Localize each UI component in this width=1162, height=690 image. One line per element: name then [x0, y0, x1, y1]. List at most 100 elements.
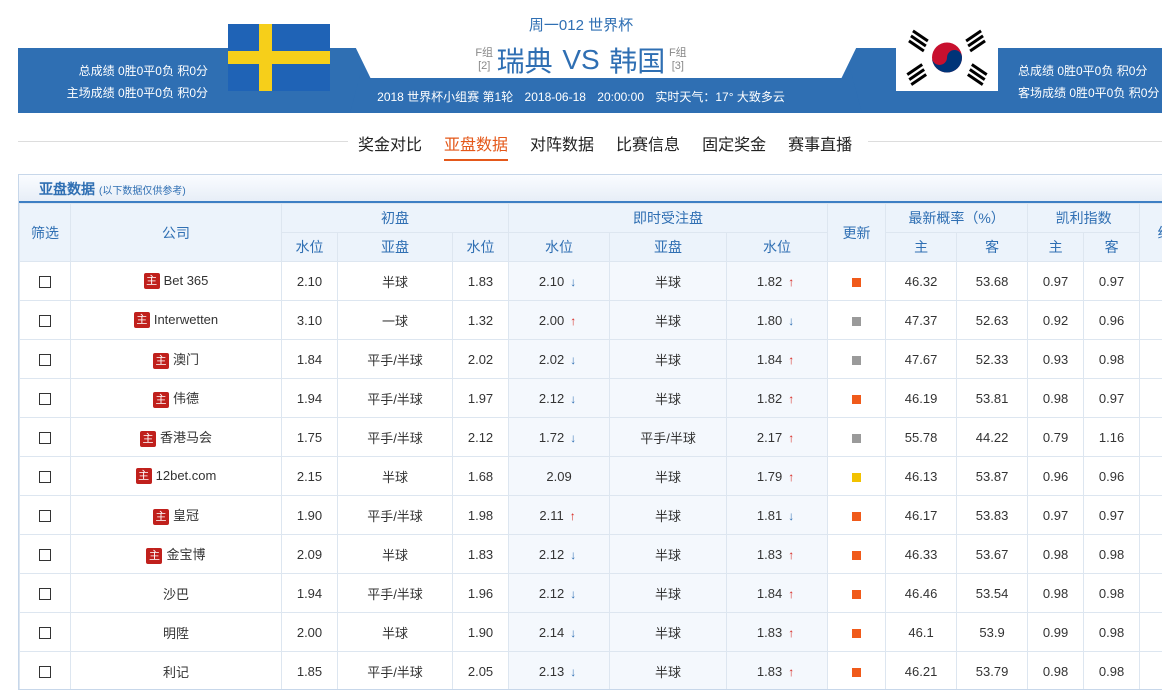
- filter-checkbox[interactable]: [39, 549, 51, 562]
- arrow-down-icon: ↓: [570, 547, 577, 562]
- nav-tab[interactable]: 比赛信息: [616, 131, 680, 159]
- company-cell[interactable]: 沙巴: [70, 573, 282, 613]
- update-status-icon[interactable]: [852, 472, 862, 482]
- company-name[interactable]: Bet 365: [164, 273, 209, 288]
- match-date: 2018-06-18: [524, 90, 586, 104]
- away-stats-venue: 客场成绩 0胜0平0负 积0分: [1018, 86, 1160, 100]
- nav-items: 奖金对比 亚盘数据 对阵数据 比赛信息 固定奖金 赛事直播: [358, 131, 874, 161]
- handicap-table: 筛选 公司 初盘 即时受注盘 更新 最新概率（%） 凯利指数 统 水位 亚盘 水…: [19, 203, 1162, 689]
- update-status-icon[interactable]: [852, 394, 862, 404]
- live-handicap: 半球: [609, 534, 728, 574]
- sub-live-water1: 水位: [508, 232, 611, 262]
- sub-prob-home: 主: [885, 232, 958, 262]
- company-name[interactable]: 澳门: [173, 352, 199, 367]
- live-handicap: 平手/半球: [609, 417, 728, 457]
- update-cell[interactable]: [827, 456, 887, 496]
- filter-checkbox[interactable]: [39, 510, 51, 523]
- update-cell[interactable]: [827, 612, 887, 652]
- update-cell[interactable]: [827, 378, 887, 418]
- update-cell[interactable]: [827, 261, 887, 301]
- kelly-away: 0.97: [1083, 261, 1141, 301]
- filter-checkbox[interactable]: [39, 276, 51, 289]
- extra-cell: [1139, 300, 1162, 340]
- filter-checkbox[interactable]: [39, 315, 51, 328]
- col-kelly: 凯利指数: [1027, 203, 1141, 233]
- update-status-icon[interactable]: [852, 628, 862, 638]
- kelly-away: 0.97: [1083, 378, 1141, 418]
- company-cell[interactable]: 主 Bet 365: [70, 261, 282, 301]
- section-header: 亚盘数据 (以下数据仅供参考): [19, 175, 1162, 203]
- nav-tab[interactable]: 奖金对比: [358, 131, 422, 159]
- korea-flag-icon[interactable]: [896, 24, 998, 91]
- filter-checkbox[interactable]: [39, 588, 51, 601]
- kelly-away: 0.96: [1083, 456, 1141, 496]
- update-cell[interactable]: [827, 300, 887, 340]
- table-row: 主 Interwetten 3.10 一球 1.32 2.00 ↑ 半球 1.80 ↓ 47.37 5…: [19, 300, 1162, 340]
- company-name[interactable]: 沙巴: [163, 587, 189, 602]
- main-badge-icon: 主: [133, 312, 150, 329]
- nav-tab[interactable]: 对阵数据: [530, 131, 594, 159]
- prob-away: 53.67: [956, 534, 1029, 574]
- company-cell[interactable]: 利记: [70, 651, 282, 689]
- company-cell[interactable]: 主澳门: [70, 339, 282, 379]
- nav-tab[interactable]: 赛事直播: [788, 131, 852, 159]
- away-team-name[interactable]: 韩国: [609, 46, 665, 77]
- company-name[interactable]: 伟德: [173, 391, 199, 406]
- nav-tab[interactable]: 固定奖金: [702, 131, 766, 159]
- filter-checkbox[interactable]: [39, 432, 51, 445]
- company-cell[interactable]: 主 Interwetten: [70, 300, 282, 340]
- extra-cell: [1139, 339, 1162, 379]
- update-status-icon[interactable]: [852, 355, 862, 365]
- prob-away: 53.9: [956, 612, 1029, 652]
- company-name[interactable]: 金宝博: [166, 547, 205, 562]
- filter-checkbox[interactable]: [39, 354, 51, 367]
- initial-water1: 1.90: [281, 495, 338, 535]
- update-status-icon[interactable]: [852, 316, 862, 326]
- home-team-name[interactable]: 瑞典: [497, 46, 553, 77]
- home-group: F组 [2]: [475, 47, 494, 72]
- update-status-icon[interactable]: [852, 550, 862, 560]
- main-badge-icon: 主: [139, 430, 156, 447]
- sub-live-water2: 水位: [726, 232, 829, 262]
- asian-handicap-section: 亚盘数据 (以下数据仅供参考) 筛选 公司 初盘 即时受注盘 更新 最新概率（%）…: [18, 174, 1162, 690]
- kelly-home: 0.79: [1027, 417, 1085, 457]
- company-cell[interactable]: 主香港马会: [70, 417, 282, 457]
- col-update: 更新: [827, 203, 887, 262]
- update-cell[interactable]: [827, 651, 887, 689]
- table-row: 主伟德 1.94 平手/半球 1.97 2.12 ↓ 半球 1.82 ↑ 46.19 53.81 0.…: [19, 378, 1162, 418]
- update-cell[interactable]: [827, 417, 887, 457]
- update-status-icon[interactable]: [852, 667, 862, 677]
- update-status-icon[interactable]: [852, 511, 862, 521]
- update-cell[interactable]: [827, 573, 887, 613]
- company-name[interactable]: 利记: [163, 665, 189, 680]
- company-cell[interactable]: 主金宝博: [70, 534, 282, 574]
- company-name[interactable]: 香港马会: [160, 430, 212, 445]
- company-name[interactable]: 明陞: [163, 626, 189, 641]
- company-cell[interactable]: 主皇冠: [70, 495, 282, 535]
- live-water2: 2.17 ↑: [726, 417, 829, 457]
- filter-checkbox[interactable]: [39, 471, 51, 484]
- initial-water2: 1.96: [451, 573, 510, 613]
- filter-checkbox[interactable]: [39, 627, 51, 640]
- initial-water2: 1.97: [451, 378, 510, 418]
- filter-checkbox[interactable]: [39, 393, 51, 406]
- company-cell[interactable]: 明陞: [70, 612, 282, 652]
- prob-home: 46.21: [885, 651, 958, 689]
- update-cell[interactable]: [827, 339, 887, 379]
- update-status-icon[interactable]: [852, 433, 862, 443]
- arrow-up-icon: ↑: [788, 625, 795, 640]
- filter-checkbox[interactable]: [39, 666, 51, 679]
- prob-away: 53.81: [956, 378, 1029, 418]
- update-cell[interactable]: [827, 495, 887, 535]
- update-status-icon[interactable]: [852, 589, 862, 599]
- prob-home: 46.19: [885, 378, 958, 418]
- update-status-icon[interactable]: [852, 277, 862, 287]
- initial-handicap: 平手/半球: [337, 339, 453, 379]
- update-cell[interactable]: [827, 534, 887, 574]
- company-name[interactable]: Interwetten: [154, 312, 218, 327]
- company-cell[interactable]: 主 12bet.com: [70, 456, 282, 496]
- company-name[interactable]: 12bet.com: [156, 468, 217, 483]
- company-cell[interactable]: 主伟德: [70, 378, 282, 418]
- nav-tab[interactable]: 亚盘数据: [444, 131, 509, 161]
- company-name[interactable]: 皇冠: [173, 508, 199, 523]
